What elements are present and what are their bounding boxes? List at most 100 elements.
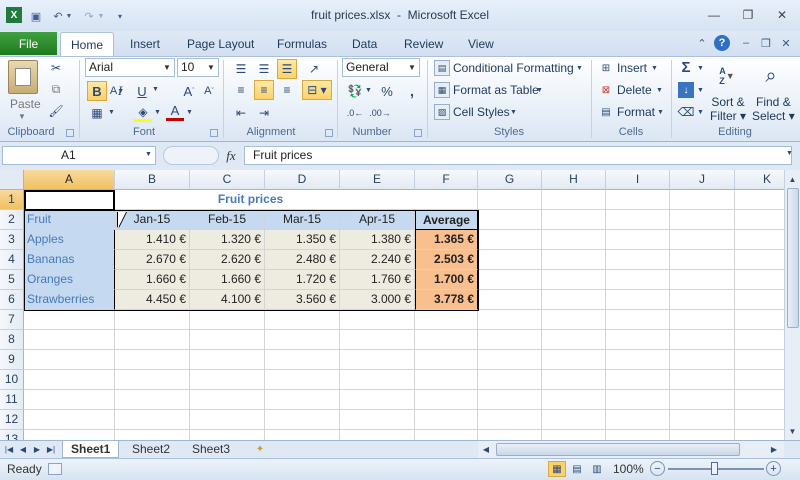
grid-cell[interactable] [340,370,415,390]
scroll-up-icon[interactable]: ▲ [785,172,800,186]
grid-cell[interactable] [606,390,670,410]
grid-cell[interactable] [670,210,735,230]
copy-icon[interactable]: ⧉ [48,81,64,97]
accounting-format-icon[interactable]: 💱 [345,82,365,100]
first-sheet-icon[interactable]: |◀ [3,443,15,455]
grid-cell[interactable] [606,190,670,210]
zoom-slider-thumb[interactable] [711,462,718,475]
grid-cell[interactable] [478,410,542,430]
italic-button[interactable]: I [111,81,129,101]
grid-cell[interactable] [265,350,340,370]
grid-cell[interactable] [340,310,415,330]
sheet-tab-sheet3[interactable]: Sheet3 [184,441,238,458]
last-sheet-icon[interactable]: ▶| [45,443,57,455]
grid-cell[interactable] [670,190,735,210]
grid-cell[interactable] [670,310,735,330]
grid-cell[interactable] [478,330,542,350]
table-cell[interactable]: 1.700 € [415,270,478,290]
sheet-title-cell[interactable]: Fruit prices [24,190,478,210]
grid-cell[interactable] [340,390,415,410]
grow-font-a-icon[interactable]: Aˆ [180,82,198,100]
grid-cell[interactable] [542,430,606,440]
row-header-10[interactable]: 10 [0,370,24,390]
format-as-table-button[interactable]: Format as Table [453,83,539,97]
grid-cell[interactable] [606,210,670,230]
page-break-view-icon[interactable]: ▥ [588,461,606,477]
grid-cell[interactable] [478,350,542,370]
row-header-2[interactable]: 2 [0,210,24,230]
format-cells-button[interactable]: Format [617,105,655,119]
grid-cell[interactable] [115,310,190,330]
grid-cell[interactable] [606,430,670,440]
column-header-i[interactable]: I [606,170,670,190]
grid-cell[interactable] [415,370,478,390]
merge-center-icon[interactable]: ⊟ ▾ [302,80,332,100]
table-cell[interactable]: 2.240 € [340,250,415,270]
align-bottom-icon[interactable]: ☰ [277,59,297,79]
macro-record-icon[interactable] [48,463,62,475]
conditional-formatting-icon[interactable]: ▤ [434,60,450,76]
grid-cell[interactable] [340,350,415,370]
grid-cell[interactable] [340,410,415,430]
grid-cell[interactable] [606,410,670,430]
tab-insert[interactable]: Insert [130,37,160,51]
grid-cell[interactable] [606,290,670,310]
sheet-tab-sheet1[interactable]: Sheet1 [62,441,120,458]
grid-cell[interactable] [606,230,670,250]
scroll-down-icon[interactable]: ▼ [785,424,800,438]
table-cell[interactable]: 1.350 € [265,230,340,250]
table-cell[interactable]: 1.660 € [190,270,265,290]
sort-filter-icon[interactable]: A Z ▼ [712,60,742,92]
grid-cell[interactable] [190,370,265,390]
number-format-combo[interactable]: General ▼ [342,58,420,77]
conditional-formatting-button[interactable]: Conditional Formatting [453,61,574,75]
font-launcher-icon[interactable] [210,129,218,137]
grid-cell[interactable] [24,410,115,430]
grid-cell[interactable] [415,310,478,330]
formula-input[interactable]: Fruit prices [244,146,792,165]
formula-bar-splitter[interactable] [163,146,219,165]
grid-cell[interactable] [670,270,735,290]
row-header-12[interactable]: 12 [0,410,24,430]
borders-dropdown-icon[interactable]: ▼ [108,109,115,116]
help-icon[interactable]: ? [714,35,730,51]
row-header-6[interactable]: 6 [0,290,24,310]
grid-cell[interactable] [606,250,670,270]
grid-cell[interactable] [340,430,415,440]
grid-cell[interactable] [190,430,265,440]
insert-cells-icon[interactable]: ⊞ [598,60,614,76]
grid-cell[interactable] [478,270,542,290]
scroll-left-icon[interactable]: ◀ [480,443,492,455]
grid-cell[interactable] [478,190,542,210]
borders-icon[interactable]: ▦ [88,104,106,122]
grid-cell[interactable] [415,330,478,350]
table-cell[interactable]: 3.000 € [340,290,415,310]
zoom-level[interactable]: 100% [613,462,644,476]
chevron-down-icon[interactable]: ▼ [651,65,658,72]
orientation-icon[interactable]: ↗ [303,60,325,78]
grid-cell[interactable] [478,230,542,250]
grid-cell[interactable] [24,390,115,410]
tab-file[interactable]: File [0,32,57,55]
grid-cell[interactable] [115,410,190,430]
table-cell[interactable]: 2.503 € [415,250,478,270]
grid-cell[interactable] [542,350,606,370]
grid-cell[interactable] [115,350,190,370]
chevron-down-icon[interactable]: ▼ [697,109,704,116]
name-box[interactable]: A1 [2,146,156,165]
tab-formulas[interactable]: Formulas [277,37,327,51]
cell-styles-button[interactable]: Cell Styles [453,105,510,119]
name-box-dropdown-icon[interactable]: ▼ [145,151,152,158]
grid-cell[interactable] [115,430,190,440]
grid-cell[interactable] [265,430,340,440]
grid-cell[interactable] [478,290,542,310]
chevron-down-icon[interactable]: ▼ [205,60,217,75]
grid-cell[interactable] [670,410,735,430]
chevron-down-icon[interactable]: ▼ [576,65,583,72]
chevron-down-icon[interactable]: ▼ [697,65,704,72]
table-cell[interactable]: 1.660 € [115,270,190,290]
table-cell[interactable]: 1.720 € [265,270,340,290]
grid-cell[interactable] [670,250,735,270]
autosum-button[interactable]: Σ [678,58,694,76]
chevron-down-icon[interactable]: ▼ [656,87,663,94]
